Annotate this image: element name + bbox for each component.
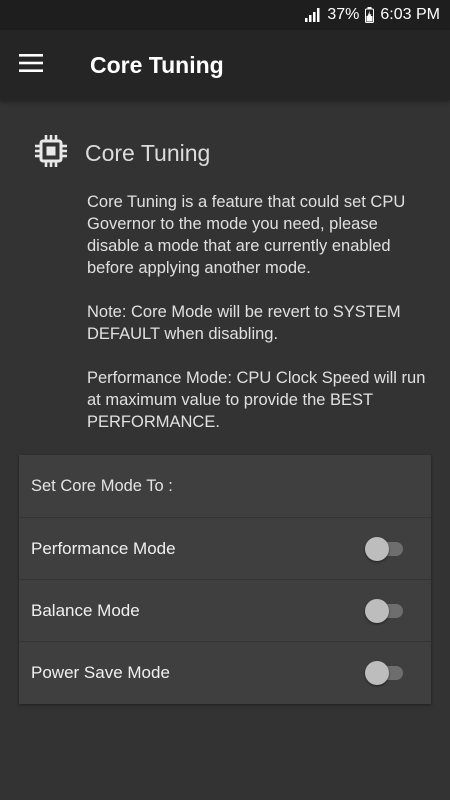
- power-save-mode-switch[interactable]: [365, 661, 405, 685]
- signal-icon: [305, 8, 321, 22]
- status-bar: 37% 6:03 PM: [0, 0, 450, 30]
- battery-charging-icon: [365, 7, 375, 23]
- power-save-mode-label: Power Save Mode: [31, 663, 170, 682]
- cpu-chip-icon: [34, 134, 68, 173]
- intro-title: Core Tuning: [85, 140, 211, 166]
- menu-button[interactable]: [0, 30, 62, 100]
- balance-mode-row[interactable]: Balance Mode: [19, 580, 431, 642]
- app-bar: Core Tuning: [0, 30, 450, 100]
- balance-mode-switch[interactable]: [365, 598, 405, 623]
- intro-header: Core Tuning: [34, 134, 431, 173]
- power-save-mode-row[interactable]: Power Save Mode: [19, 642, 431, 704]
- switch-thumb: [365, 536, 389, 561]
- app-bar-title: Core Tuning: [90, 51, 224, 78]
- intro-paragraph-description: Core Tuning is a feature that could set …: [87, 193, 406, 277]
- performance-mode-switch[interactable]: [365, 536, 405, 561]
- intro-description: Core Tuning is a feature that could set …: [87, 191, 431, 433]
- intro-paragraph-note: Note: Core Mode will be revert to SYSTEM…: [87, 303, 401, 343]
- hamburger-menu-icon: [19, 53, 43, 77]
- switch-thumb: [365, 598, 389, 623]
- balance-mode-label: Balance Mode: [31, 600, 140, 620]
- intro-paragraph-performance: Performance Mode: CPU Clock Speed will r…: [87, 369, 426, 431]
- clock: 6:03 PM: [380, 6, 440, 23]
- core-mode-card: Set Core Mode To : Performance Mode Bala…: [19, 455, 431, 704]
- battery-percentage: 37%: [327, 6, 360, 23]
- performance-mode-label: Performance Mode: [31, 538, 176, 558]
- core-mode-card-header: Set Core Mode To :: [19, 455, 431, 518]
- switch-thumb: [365, 661, 389, 685]
- performance-mode-row[interactable]: Performance Mode: [19, 518, 431, 580]
- main-content: Core Tuning Core Tuning is a feature tha…: [0, 134, 450, 704]
